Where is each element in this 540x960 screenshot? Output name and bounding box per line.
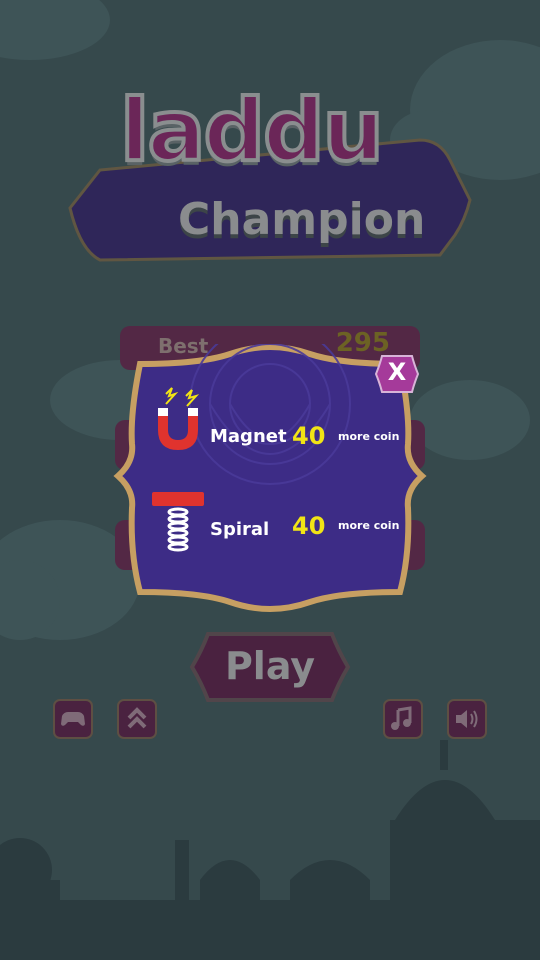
double-chevron-up-icon <box>117 699 157 739</box>
title-laddu: laddu <box>118 81 386 181</box>
gamepad-button[interactable] <box>52 698 94 740</box>
music-button[interactable] <box>382 698 424 740</box>
close-button[interactable]: X <box>374 352 420 396</box>
magnet-count: 40 <box>292 422 326 450</box>
upgrade-button[interactable] <box>116 698 158 740</box>
music-note-icon <box>383 699 423 739</box>
play-label: Play <box>224 644 316 688</box>
spiral-name: Spiral <box>210 519 270 540</box>
magnet-name: Magnet <box>210 426 287 447</box>
speaker-icon <box>447 699 487 739</box>
gamepad-icon <box>53 699 93 739</box>
spiral-unit: more coin <box>338 519 400 532</box>
play-button[interactable]: Play <box>188 630 352 704</box>
spiral-count: 40 <box>292 512 326 540</box>
game-scene: laddu Champion Best 295 Play X Magnet 40… <box>0 0 540 960</box>
magnet-unit: more coin <box>338 430 400 443</box>
powerups-modal: X Magnet 40 more coin Spiral 40 more coi… <box>110 344 430 614</box>
sound-button[interactable] <box>446 698 488 740</box>
close-label: X <box>387 358 407 386</box>
game-title: laddu Champion <box>60 70 480 270</box>
title-champion: Champion <box>178 194 426 245</box>
spring-icon <box>150 492 206 558</box>
magnet-icon <box>152 386 204 452</box>
